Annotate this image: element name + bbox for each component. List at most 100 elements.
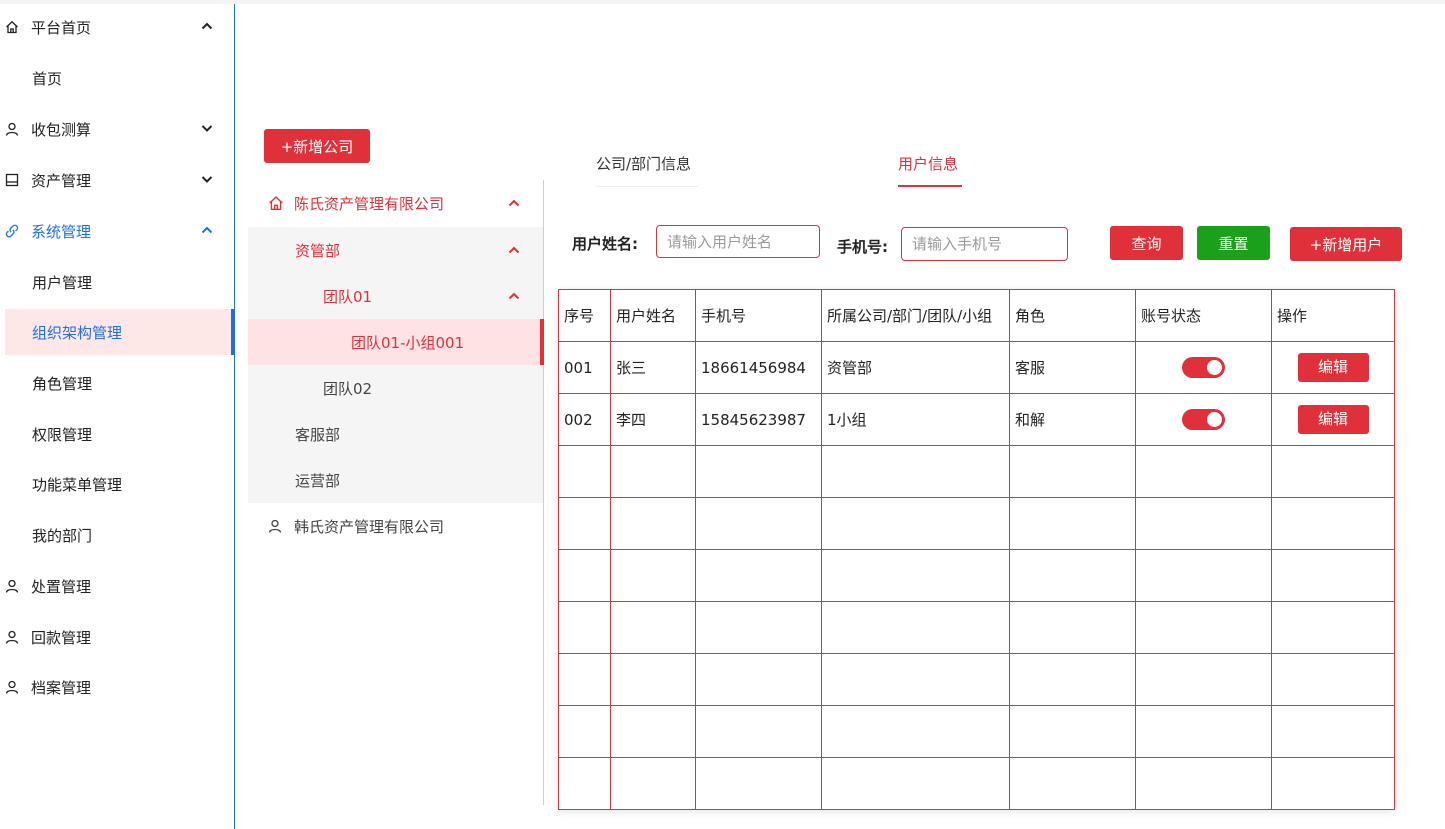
- tree-node-team-02[interactable]: 团队02: [248, 365, 543, 411]
- sidebar-item-label: 首页: [32, 69, 63, 88]
- cell-org: 资管部: [821, 341, 1010, 394]
- tree-node-label: 团队01: [323, 287, 373, 306]
- sidebar-item-label: 资产管理: [31, 171, 92, 190]
- cell-phone: 18661456984: [695, 341, 822, 394]
- column-header-phone: 手机号: [695, 289, 822, 342]
- account-status-toggle[interactable]: [1182, 409, 1225, 430]
- sidebar-item-home[interactable]: 首页: [5, 55, 234, 101]
- edit-button[interactable]: 编辑: [1297, 405, 1369, 434]
- tree-node-group-001[interactable]: 团队01-小组001: [248, 319, 544, 365]
- column-header-org: 所属公司/部门/团队/小组: [821, 289, 1010, 342]
- tree-node-label: 客服部: [295, 425, 341, 444]
- user-name-label: 用户姓名:: [572, 235, 638, 253]
- sidebar-item-permission-mgmt[interactable]: 权限管理: [5, 411, 234, 457]
- chevron-up-icon: [201, 22, 213, 30]
- phone-label: 手机号:: [837, 238, 888, 256]
- user-icon: [5, 122, 19, 136]
- table-row: 002 李四 15845623987 1小组 和解 编辑: [558, 393, 1395, 446]
- tab-company-dept-info[interactable]: 公司/部门信息: [596, 153, 698, 187]
- user-name-input[interactable]: [656, 225, 820, 258]
- sidebar-item-label: 功能菜单管理: [32, 475, 123, 494]
- link-icon: [5, 224, 19, 238]
- box-icon: [5, 173, 19, 187]
- sidebar-item-repayment-mgmt[interactable]: 回款管理: [0, 614, 234, 660]
- sidebar-item-label: 档案管理: [31, 678, 92, 697]
- tree-node-dept-asset[interactable]: 资管部: [248, 227, 543, 273]
- table-row-empty: [558, 653, 1395, 706]
- sidebar: 平台首页 首页 收包测算 资产管理 系统管理 用户管理 组织架构管理 角色管理 …: [0, 4, 235, 829]
- column-header-account-status: 账号状态: [1135, 289, 1272, 342]
- cell-index: 002: [558, 393, 611, 446]
- chevron-down-icon: [201, 125, 213, 132]
- phone-input[interactable]: [901, 227, 1068, 261]
- chevron-up-icon: [508, 292, 520, 300]
- sidebar-item-label: 我的部门: [32, 526, 93, 545]
- tree-node-label: 运营部: [295, 471, 341, 490]
- sidebar-item-label: 权限管理: [32, 425, 93, 444]
- tree-node-dept-service[interactable]: 客服部: [248, 411, 543, 457]
- tree-node-label: 团队02: [323, 379, 373, 398]
- tab-user-info[interactable]: 用户信息: [898, 153, 962, 187]
- add-company-button[interactable]: +新增公司: [264, 129, 370, 163]
- column-header-user-name: 用户姓名: [610, 289, 696, 342]
- sidebar-item-disposal-mgmt[interactable]: 处置管理: [0, 563, 234, 609]
- sidebar-item-asset-mgmt[interactable]: 资产管理: [0, 157, 234, 203]
- sidebar-item-menu-mgmt[interactable]: 功能菜单管理: [5, 461, 234, 507]
- sidebar-item-label: 系统管理: [31, 222, 92, 241]
- sidebar-item-revenue-calc[interactable]: 收包测算: [0, 106, 234, 152]
- sidebar-item-label: 处置管理: [31, 577, 92, 596]
- table-row-empty: [558, 757, 1395, 810]
- sidebar-item-label: 平台首页: [31, 18, 92, 37]
- sidebar-item-system-mgmt[interactable]: 系统管理: [0, 208, 234, 254]
- chevron-down-icon: [201, 176, 213, 183]
- sidebar-item-platform-home[interactable]: 平台首页: [0, 4, 234, 50]
- tree-node-dept-ops[interactable]: 运营部: [248, 457, 543, 503]
- query-button[interactable]: 查询: [1110, 226, 1183, 260]
- chevron-up-icon: [201, 226, 213, 234]
- tree-node-team-01[interactable]: 团队01: [248, 273, 543, 319]
- cell-role: 和解: [1009, 393, 1136, 446]
- tree-node-label: 陈氏资产管理有限公司: [294, 194, 445, 213]
- column-header-index: 序号: [558, 289, 611, 342]
- tree-node-company-chen[interactable]: 陈氏资产管理有限公司: [248, 180, 543, 226]
- user-icon: [268, 519, 282, 533]
- sidebar-item-label: 用户管理: [32, 273, 93, 292]
- tree-node-label: 资管部: [295, 241, 341, 260]
- user-table: 序号 用户姓名 手机号 所属公司/部门/团队/小组 角色 账号状态 操作 001…: [558, 289, 1395, 810]
- table-row-empty: [558, 549, 1395, 602]
- edit-button[interactable]: 编辑: [1297, 353, 1369, 382]
- column-header-actions: 操作: [1271, 289, 1395, 342]
- sidebar-item-role-mgmt[interactable]: 角色管理: [5, 360, 234, 406]
- sidebar-item-label: 角色管理: [32, 374, 93, 393]
- sidebar-item-label: 回款管理: [31, 628, 92, 647]
- table-row-empty: [558, 601, 1395, 654]
- cell-phone: 15845623987: [695, 393, 822, 446]
- cell-user-name: 张三: [610, 341, 696, 394]
- reset-button[interactable]: 重置: [1197, 226, 1270, 260]
- tree-node-label: 团队01-小组001: [351, 333, 465, 352]
- table-row-empty: [558, 705, 1395, 758]
- tree-node-label: 韩氏资产管理有限公司: [294, 517, 445, 536]
- cell-account-status: [1135, 341, 1272, 394]
- sidebar-item-user-mgmt[interactable]: 用户管理: [5, 259, 234, 305]
- cell-role: 客服: [1009, 341, 1136, 394]
- sidebar-item-org-mgmt[interactable]: 组织架构管理: [5, 309, 235, 355]
- sidebar-item-archive-mgmt[interactable]: 档案管理: [0, 664, 234, 710]
- sidebar-item-label: 组织架构管理: [32, 323, 123, 342]
- chevron-up-icon: [508, 246, 520, 254]
- table-row-empty: [558, 445, 1395, 498]
- tree-node-company-han[interactable]: 韩氏资产管理有限公司: [248, 503, 543, 549]
- sidebar-item-label: 收包测算: [31, 120, 92, 139]
- cell-actions: 编辑: [1271, 393, 1395, 446]
- cell-user-name: 李四: [610, 393, 696, 446]
- home-icon: [5, 20, 19, 34]
- cell-index: 001: [558, 341, 611, 394]
- add-user-button[interactable]: +新增用户: [1290, 227, 1402, 261]
- cell-actions: 编辑: [1271, 341, 1395, 394]
- table-header-row: 序号 用户姓名 手机号 所属公司/部门/团队/小组 角色 账号状态 操作: [558, 289, 1395, 342]
- cell-org: 1小组: [821, 393, 1010, 446]
- column-header-role: 角色: [1009, 289, 1136, 342]
- table-row: 001 张三 18661456984 资管部 客服 编辑: [558, 341, 1395, 394]
- account-status-toggle[interactable]: [1182, 357, 1225, 378]
- sidebar-item-my-dept[interactable]: 我的部门: [5, 512, 234, 558]
